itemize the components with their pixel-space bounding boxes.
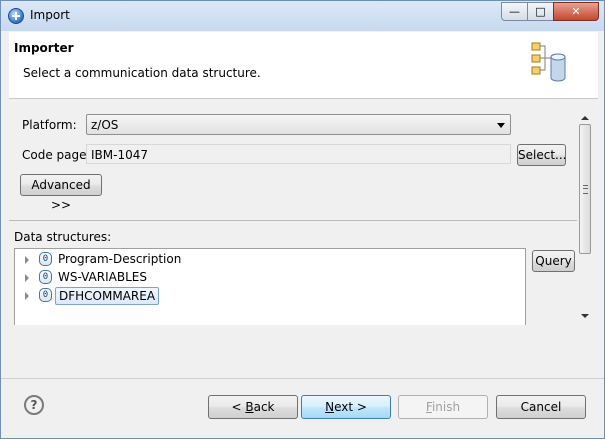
tree-item[interactable]: 0 WS-VARIABLES: [15, 269, 515, 287]
title-bar[interactable]: Import — □ ✕: [1, 1, 604, 31]
import-app-icon: [8, 8, 24, 24]
data-structure-icon: 0: [39, 270, 52, 284]
window-title: Import: [30, 8, 70, 22]
advanced-button[interactable]: Advanced >>: [20, 174, 102, 212]
vertical-scrollbar[interactable]: [577, 114, 593, 325]
maximize-button[interactable]: □: [527, 2, 554, 21]
page-title: Importer: [14, 41, 74, 55]
select-codepage-button[interactable]: Select...: [517, 144, 566, 166]
finish-rest: inish: [431, 400, 461, 414]
query-button[interactable]: Query: [532, 250, 575, 272]
data-structures-label: Data structures:: [14, 230, 112, 244]
maximize-icon: □: [535, 5, 546, 18]
platform-value: z/OS: [91, 118, 119, 132]
close-button[interactable]: ✕: [553, 2, 599, 21]
footer-divider: [1, 378, 604, 379]
expand-arrow-icon[interactable]: [25, 274, 29, 282]
grip-icon: [583, 185, 588, 194]
scrollbar-thumb[interactable]: [579, 124, 591, 254]
page-description: Select a communication data structure.: [23, 66, 261, 80]
codepage-field: IBM-1047: [86, 144, 511, 164]
platform-dropdown[interactable]: z/OS: [86, 114, 511, 135]
tree-item-label: Program-Description: [58, 252, 182, 266]
tree-item-label: WS-VARIABLES: [58, 270, 147, 284]
wizard-header: Importer Select a communication data str…: [9, 32, 598, 99]
section-divider: [9, 220, 579, 221]
chevron-down-icon: [497, 123, 505, 128]
back-prefix: <: [231, 400, 246, 414]
next-button[interactable]: Next >: [301, 395, 391, 419]
data-structure-icon: 0: [39, 288, 52, 302]
next-rest: ext >: [334, 400, 367, 414]
tree-item[interactable]: 0 Program-Description: [15, 251, 515, 269]
database-structure-icon: [531, 42, 566, 82]
import-dialog: Import — □ ✕ Importer Select a communica…: [0, 0, 605, 439]
tree-item-selected[interactable]: 0 DFHCOMMAREA: [15, 287, 515, 305]
codepage-label: Code page:: [22, 148, 91, 162]
help-icon[interactable]: ?: [24, 395, 44, 415]
scroll-up-arrow-icon[interactable]: [581, 116, 589, 120]
back-button[interactable]: < Back: [208, 395, 298, 419]
data-structure-icon: 0: [39, 252, 52, 266]
back-mnemonic: B: [245, 400, 254, 414]
cancel-button[interactable]: Cancel: [496, 395, 586, 419]
tree-item-label: DFHCOMMAREA: [55, 287, 160, 305]
expand-arrow-icon[interactable]: [25, 292, 29, 300]
close-icon: ✕: [571, 5, 581, 18]
data-structures-tree[interactable]: 0 Program-Description 0 WS-VARIABLES 0 D…: [14, 248, 526, 325]
minimize-icon: —: [509, 5, 520, 18]
minimize-button[interactable]: —: [501, 2, 528, 21]
finish-button[interactable]: Finish: [398, 395, 488, 419]
next-mnemonic: N: [325, 400, 335, 414]
back-rest: ack: [253, 400, 275, 414]
codepage-value: IBM-1047: [91, 148, 148, 162]
expand-arrow-icon[interactable]: [25, 256, 29, 264]
platform-label: Platform:: [22, 118, 77, 132]
scroll-down-arrow-icon[interactable]: [581, 314, 589, 318]
